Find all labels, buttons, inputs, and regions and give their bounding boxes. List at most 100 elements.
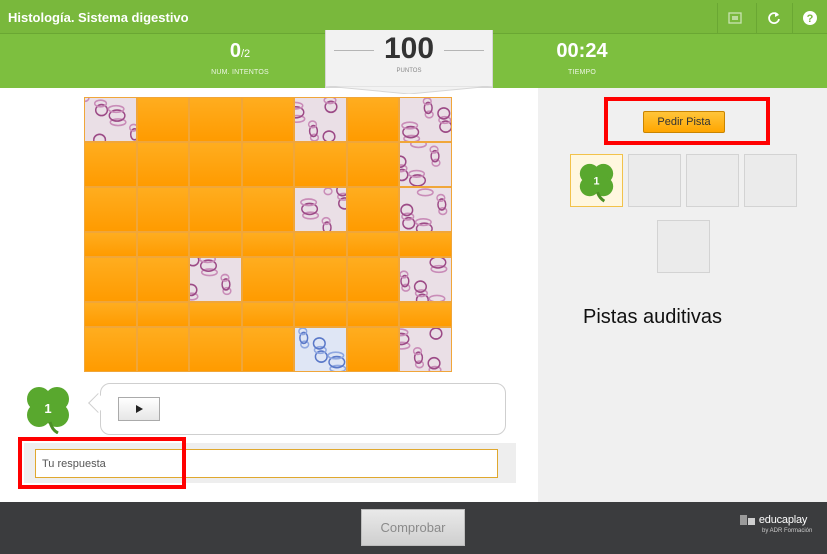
revealed-tile <box>80 93 140 147</box>
hidden-tile <box>84 256 137 302</box>
hidden-tile <box>399 231 452 257</box>
hint-slot-number: 1 <box>594 175 600 187</box>
histology-image <box>393 139 442 187</box>
revealed-tile <box>399 97 453 143</box>
play-audio-button[interactable] <box>118 397 160 421</box>
hidden-tile <box>346 301 400 328</box>
histology-image <box>286 96 338 143</box>
hidden-tile <box>294 256 347 302</box>
puzzle-grid <box>80 93 453 375</box>
hidden-tile <box>346 141 400 187</box>
histology-image <box>300 183 352 234</box>
hidden-tile <box>136 141 190 187</box>
hidden-tile <box>136 327 190 372</box>
hidden-tile <box>241 141 295 187</box>
histology-image <box>184 253 232 301</box>
annotation-frame-hint <box>604 97 770 145</box>
revealed-tile <box>399 186 452 235</box>
hidden-tile <box>346 231 400 257</box>
revealed-tile <box>393 139 452 187</box>
play-icon <box>136 405 143 413</box>
attempts-stat: 0/2 NUM. INTENTOS <box>200 40 280 76</box>
help-icon: ? <box>802 11 817 25</box>
hint-slot-1[interactable]: 1 <box>570 154 623 207</box>
time-value: 00:24 <box>556 40 608 62</box>
hidden-tile <box>84 327 137 372</box>
attempts-value: 0 <box>229 40 241 62</box>
hidden-tile <box>84 231 137 257</box>
hidden-tile <box>189 301 242 328</box>
hidden-tile <box>346 186 400 232</box>
hidden-tile <box>346 327 400 372</box>
hidden-tile <box>241 231 295 257</box>
hidden-tile <box>241 327 295 372</box>
refresh-icon <box>767 12 780 24</box>
time-stat: 00:24 TIEMPO <box>540 40 624 76</box>
time-caption: TIEMPO <box>567 69 597 76</box>
revealed-tile <box>391 327 452 375</box>
hidden-tile <box>189 327 242 372</box>
fullscreen-icon <box>727 12 742 24</box>
logo-mark-icon <box>740 515 755 526</box>
check-button[interactable]: Comprobar <box>361 509 465 546</box>
revealed-tile <box>184 253 242 302</box>
revealed-tile <box>286 96 347 143</box>
hidden-tile <box>84 141 137 187</box>
attempts-caption: NUM. INTENTOS <box>211 69 269 76</box>
hidden-tile <box>189 141 242 187</box>
hidden-tile <box>294 141 347 187</box>
brand-name: educaplay <box>758 514 808 526</box>
score-panel-notch <box>325 86 493 94</box>
revealed-tile <box>294 327 347 373</box>
histology-image <box>391 327 443 375</box>
hidden-tile <box>294 301 347 328</box>
hidden-tile <box>136 301 190 328</box>
histology-image <box>401 97 453 143</box>
hidden-tile <box>241 186 295 232</box>
revealed-tile <box>399 256 452 307</box>
restart-button[interactable] <box>756 3 790 33</box>
audio-hints-label: Pistas auditivas <box>583 306 722 328</box>
hidden-tile <box>189 231 242 257</box>
hidden-tile <box>84 186 137 232</box>
hidden-tile <box>189 186 242 232</box>
histology-image <box>80 93 140 147</box>
hidden-tile <box>136 256 190 302</box>
hint-slot-5[interactable] <box>657 220 710 273</box>
attempts-total: /2 <box>240 48 251 60</box>
hint-slot-2[interactable] <box>628 154 681 207</box>
hidden-tile <box>189 97 242 142</box>
histology-image <box>399 256 448 307</box>
histology-image <box>400 188 448 235</box>
svg-text:?: ? <box>806 13 813 25</box>
hidden-tile <box>241 97 295 142</box>
hidden-tile <box>136 186 190 232</box>
hidden-tile <box>399 301 452 328</box>
help-button[interactable]: ? <box>792 3 826 33</box>
brand-logo: educaplay by ADR Formación <box>740 514 812 534</box>
score-panel: 100 PUNTOS <box>325 30 493 88</box>
activity-title: Histología. Sistema digestivo <box>8 10 189 25</box>
hints-panel <box>538 88 827 502</box>
hidden-tile <box>294 231 347 257</box>
clover-icon: 1 <box>27 387 69 434</box>
annotation-frame-answer <box>18 437 186 489</box>
hidden-tile <box>241 256 295 302</box>
hint-slot-3[interactable] <box>686 154 739 207</box>
hidden-tile <box>241 301 295 328</box>
histology-image <box>298 327 347 373</box>
fullscreen-button[interactable] <box>717 3 751 33</box>
hidden-tile <box>346 97 400 142</box>
score-caption: PUNTOS <box>396 68 422 74</box>
hidden-tile <box>346 256 400 302</box>
clue-bubble <box>100 383 506 435</box>
hidden-tile <box>84 301 137 328</box>
score-value: 100 <box>383 32 435 65</box>
revealed-tile <box>294 183 352 234</box>
hidden-tile <box>136 231 190 257</box>
hidden-tile <box>136 97 190 142</box>
hint-slot-4[interactable] <box>744 154 797 207</box>
clover-icon: 1 <box>579 163 614 203</box>
brand-sub: by ADR Formación <box>762 528 813 534</box>
title-bar: Histología. Sistema digestivo ? <box>0 0 827 34</box>
